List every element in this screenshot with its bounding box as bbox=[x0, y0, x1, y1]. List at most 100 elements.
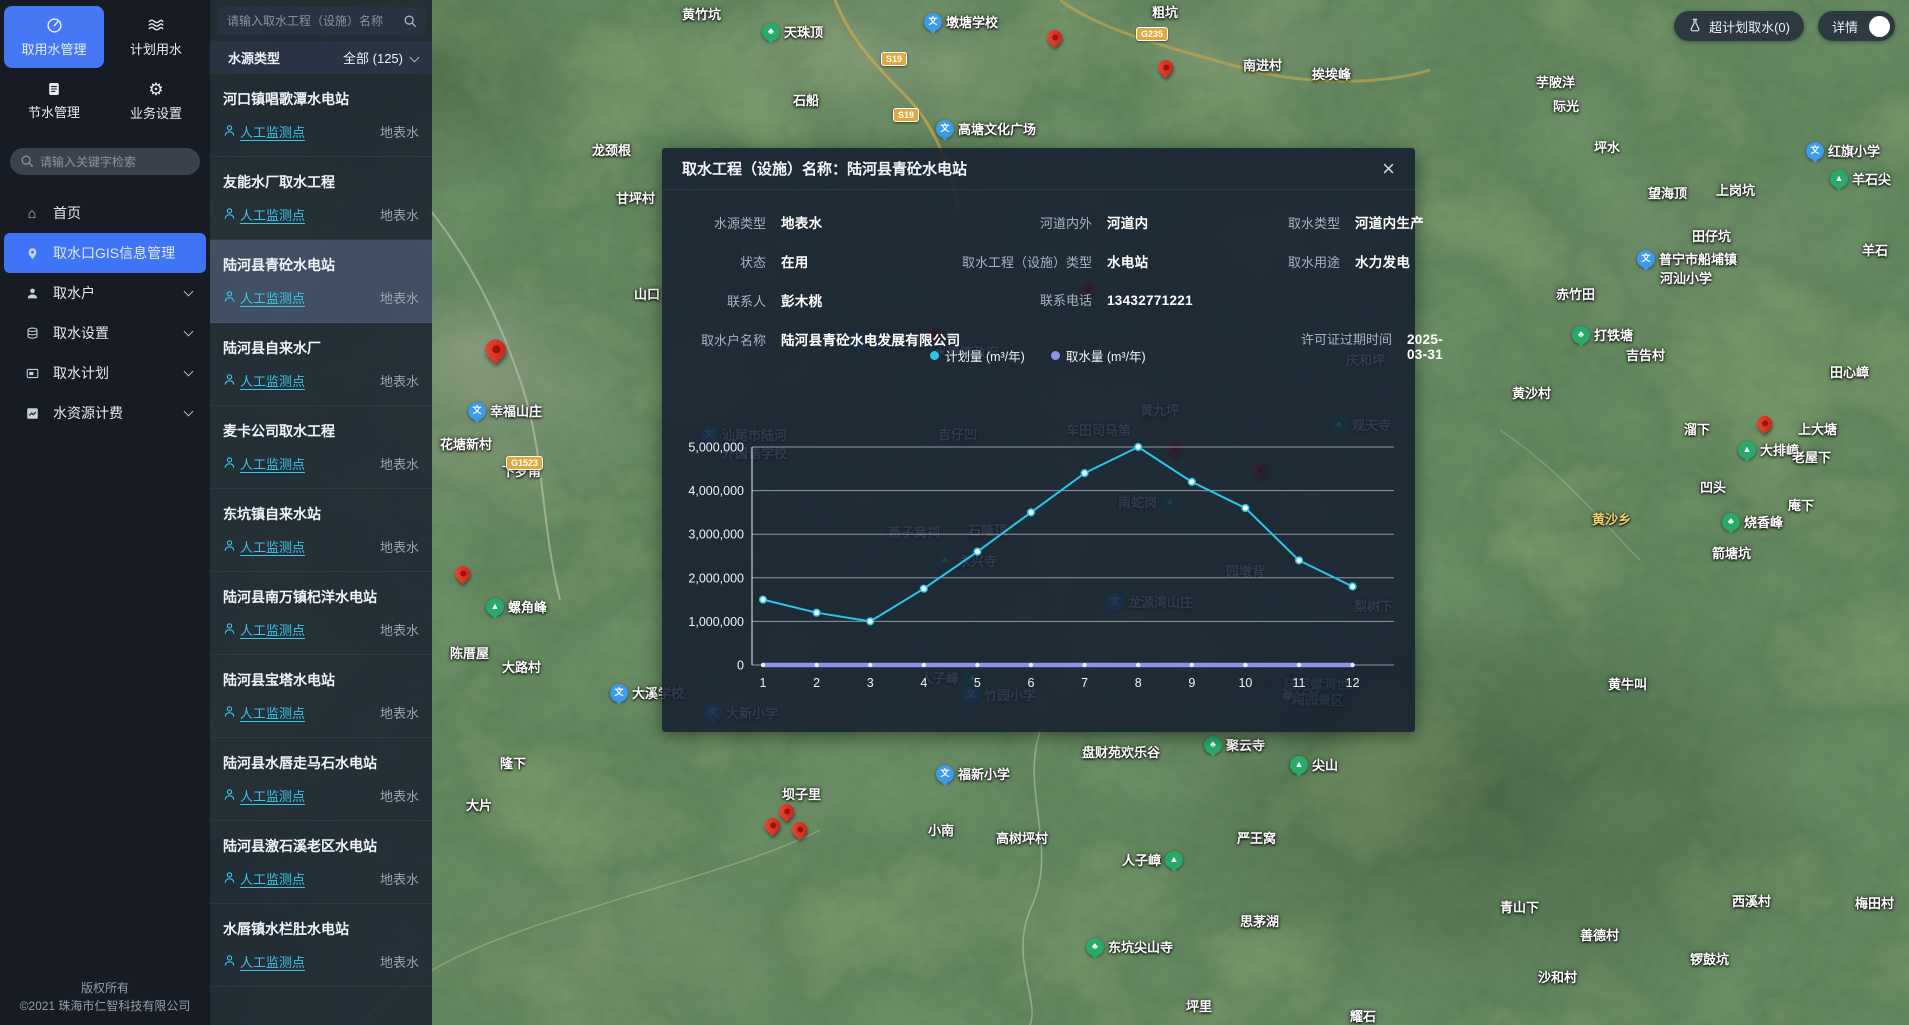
svg-text:2,000,000: 2,000,000 bbox=[688, 571, 744, 585]
svg-text:9: 9 bbox=[1188, 676, 1195, 690]
water-source-type: 地表水 bbox=[380, 703, 419, 722]
red-pin-marker[interactable] bbox=[789, 819, 810, 840]
app-module-tile[interactable]: 取用水管理 bbox=[4, 6, 104, 68]
source-type-filter[interactable]: 全部 (125) bbox=[343, 48, 418, 67]
red-pin-marker[interactable] bbox=[762, 815, 783, 836]
facility-name: 陆河县南万镇杞洋水电站 bbox=[223, 587, 419, 607]
red-pin-marker[interactable] bbox=[1754, 413, 1775, 434]
list-item[interactable]: 友能水厂取水工程 人工监测点 地表水 bbox=[210, 157, 432, 240]
map-label: 芋陂洋 bbox=[1536, 72, 1575, 91]
close-icon[interactable]: × bbox=[1382, 158, 1395, 180]
map-label: ▲大排嶂 bbox=[1738, 440, 1799, 459]
sidebar-menu-item[interactable]: 取水设置 bbox=[0, 313, 210, 353]
chart-legend: 计划量 (m³/年)取水量 (m³/年) bbox=[930, 346, 1146, 365]
map-label: 溜下 bbox=[1684, 419, 1710, 438]
svg-text:2: 2 bbox=[813, 676, 820, 690]
map-label: 人子嶂▲ bbox=[1122, 850, 1183, 869]
sidebar-menu-item[interactable]: 取水计划 bbox=[0, 353, 210, 393]
red-pin-marker[interactable] bbox=[1044, 27, 1065, 48]
field-label: 取水类型 bbox=[1240, 213, 1340, 232]
detail-toggle[interactable]: 详情 bbox=[1818, 11, 1895, 41]
copyright-footer: 版权所有 ©2021 珠海市仁智科技有限公司 bbox=[0, 979, 210, 1015]
svg-text:0: 0 bbox=[737, 659, 744, 673]
monitor-type-tag: 人工监测点 bbox=[223, 703, 305, 722]
sidebar-menu-item[interactable]: 取水户 bbox=[0, 273, 210, 313]
map-label: 际光 bbox=[1553, 96, 1579, 115]
toggle-knob[interactable] bbox=[1869, 16, 1890, 37]
sidebar-menu-item[interactable]: 取水口GIS信息管理 bbox=[4, 233, 206, 273]
school-marker-icon: 文 bbox=[610, 684, 628, 702]
app-module-tile[interactable]: ⚙业务设置 bbox=[106, 70, 206, 132]
list-item[interactable]: 陆河县水唇走马石水电站 人工监测点 地表水 bbox=[210, 738, 432, 821]
map-label: 文高塘文化广场 bbox=[936, 119, 1036, 138]
map-label: 青山下 bbox=[1500, 897, 1539, 916]
search-icon[interactable] bbox=[403, 14, 417, 33]
detail-field: 河道内外河道内 bbox=[940, 212, 1240, 232]
map-label: 坪水 bbox=[1594, 137, 1620, 156]
app-module-tile[interactable]: 节水管理 bbox=[4, 70, 104, 132]
red-pin-marker[interactable] bbox=[481, 335, 510, 364]
field-label: 许可证过期时间 bbox=[1240, 329, 1392, 348]
map-label: 赤竹田 bbox=[1556, 284, 1595, 303]
app-module-label: 业务设置 bbox=[130, 103, 182, 122]
monitor-type-tag: 人工监测点 bbox=[223, 537, 305, 556]
monitor-type-tag: 人工监测点 bbox=[223, 122, 305, 141]
mount-marker-icon: ▲ bbox=[1290, 756, 1308, 774]
detail-toggle-label: 详情 bbox=[1832, 17, 1858, 36]
water-source-type: 地表水 bbox=[380, 122, 419, 141]
keyword-search-input[interactable] bbox=[10, 148, 200, 175]
sidebar-menu-label: 取水设置 bbox=[53, 323, 109, 343]
red-pin-marker[interactable] bbox=[776, 801, 797, 822]
list-item[interactable]: 东坑镇自来水站 人工监测点 地表水 bbox=[210, 489, 432, 572]
map-label: 文福新小学 bbox=[936, 764, 1010, 783]
water-source-type: 地表水 bbox=[380, 454, 419, 473]
temple-marker-icon: ♣ bbox=[1572, 326, 1590, 344]
map-label: 沙和村 bbox=[1538, 967, 1577, 986]
legend-item: 取水量 (m³/年) bbox=[1051, 346, 1146, 365]
app-module-label: 取用水管理 bbox=[21, 39, 86, 58]
field-value: 2025-03-31 bbox=[1407, 332, 1443, 362]
map-label: ♣打铁塘 bbox=[1572, 325, 1633, 344]
sidebar-menu-item[interactable]: ⌂首页 bbox=[0, 193, 210, 233]
map-label: 龙颈根 bbox=[592, 140, 631, 159]
water-source-type: 地表水 bbox=[380, 288, 419, 307]
list-item[interactable]: 水唇镇水栏肚水电站 人工监测点 地表水 bbox=[210, 904, 432, 987]
map-label: ♣聚云寺 bbox=[1204, 735, 1265, 754]
facility-detail-fields: 水源类型地表水河道内外河道内取水类型河道内生产状态在用取水工程（设施）类型水电站… bbox=[662, 190, 1415, 362]
water-source-type: 地表水 bbox=[380, 205, 419, 224]
field-value: 河道内 bbox=[1107, 212, 1148, 232]
sidebar-menu-label: 首页 bbox=[53, 203, 81, 223]
map-label: 粗坑 bbox=[1152, 2, 1178, 21]
mount-marker-icon: ▲ bbox=[1738, 441, 1756, 459]
list-item[interactable]: 陆河县激石溪老区水电站 人工监测点 地表水 bbox=[210, 821, 432, 904]
monitor-type-tag: 人工监测点 bbox=[223, 371, 305, 390]
red-pin-marker[interactable] bbox=[452, 563, 473, 584]
app-root: 黄竹坑♣天珠顶文墩塘学校粗坑南进村挨埃峰芋陂洋际光石船文高塘文化广场龙颈根甘坪村… bbox=[0, 0, 1909, 1025]
pin-icon bbox=[24, 247, 40, 260]
facility-name: 陆河县激石溪老区水电站 bbox=[223, 836, 419, 856]
app-module-label: 节水管理 bbox=[28, 102, 80, 121]
list-item[interactable]: 河口镇唱歌潭水电站 人工监测点 地表水 bbox=[210, 74, 432, 157]
temple-marker-icon: ♣ bbox=[1204, 736, 1222, 754]
school-marker-icon: 文 bbox=[1637, 250, 1655, 268]
field-label: 取水用途 bbox=[1240, 252, 1340, 271]
facility-detail-modal: 取水工程（设施）名称：陆河县青砼水电站 × 水源类型地表水河道内外河道内取水类型… bbox=[662, 148, 1415, 732]
over-plan-intake-button[interactable]: 超计划取水(0) bbox=[1674, 11, 1804, 41]
list-item[interactable]: 陆河县宝塔水电站 人工监测点 地表水 bbox=[210, 655, 432, 738]
school-marker-icon: 文 bbox=[936, 120, 954, 138]
monitor-type-tag: 人工监测点 bbox=[223, 454, 305, 473]
list-item[interactable]: 陆河县青砼水电站 人工监测点 地表水 bbox=[210, 240, 432, 323]
plan-icon bbox=[24, 367, 40, 380]
list-item[interactable]: 麦卡公司取水工程 人工监测点 地表水 bbox=[210, 406, 432, 489]
red-pin-marker[interactable] bbox=[1155, 57, 1176, 78]
map-label: 大片 bbox=[466, 795, 492, 814]
water-source-type: 地表水 bbox=[380, 952, 419, 971]
facility-search-input[interactable] bbox=[217, 7, 425, 35]
map-label: 河汕小学 bbox=[1660, 268, 1712, 287]
field-value: 在用 bbox=[781, 251, 809, 271]
sidebar-menu-item[interactable]: 水资源计费 bbox=[0, 393, 210, 433]
list-item[interactable]: 陆河县自来水厂 人工监测点 地表水 bbox=[210, 323, 432, 406]
list-item[interactable]: 陆河县南万镇杞洋水电站 人工监测点 地表水 bbox=[210, 572, 432, 655]
app-module-tile[interactable]: 计划用水 bbox=[106, 6, 206, 68]
mount-marker-icon: ▲ bbox=[486, 598, 504, 616]
